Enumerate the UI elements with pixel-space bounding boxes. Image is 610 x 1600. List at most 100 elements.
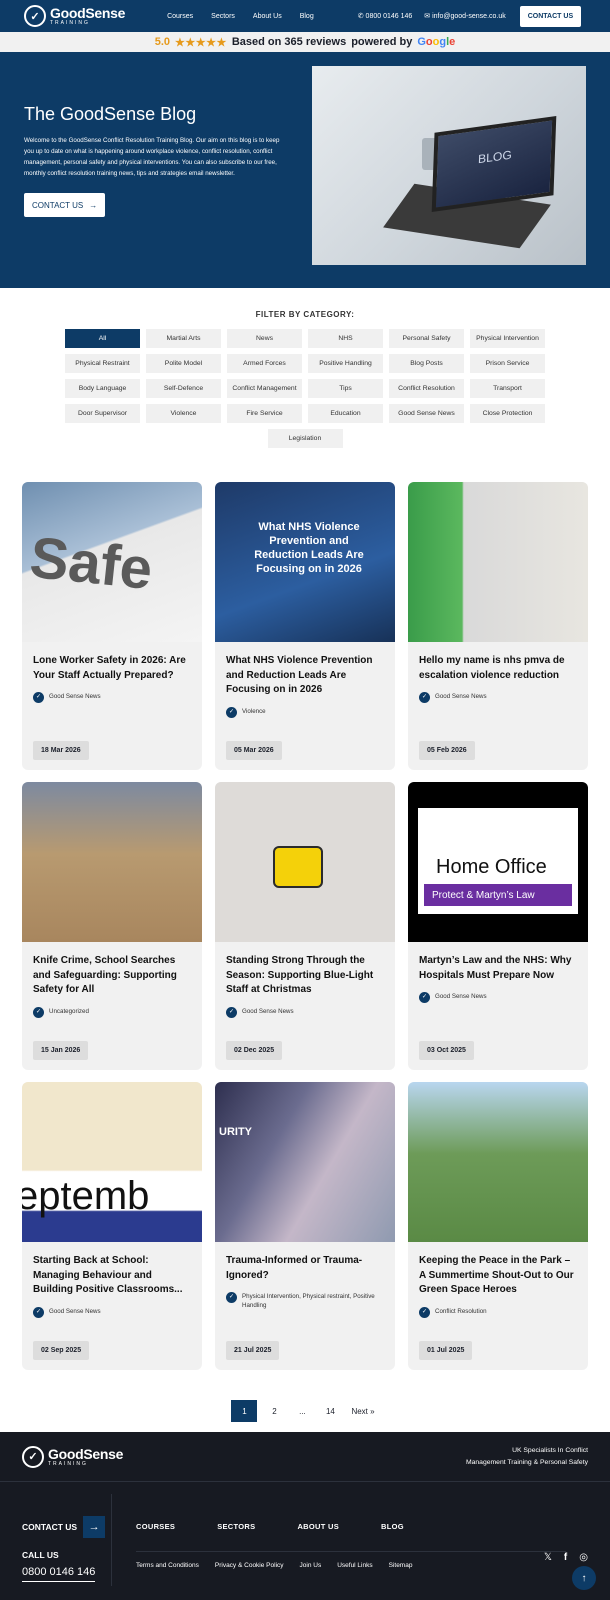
nav-email-link[interactable]: ✉ info@good-sense.co.uk [424, 12, 505, 20]
category-chip-fire-service[interactable]: Fire Service [227, 404, 302, 423]
post-card[interactable]: eptemb Starting Back at School: Managing … [22, 1082, 202, 1370]
post-image[interactable]: Protect & Martyn’s Law Home Office [408, 782, 588, 942]
nav-link-blog[interactable]: Blog [300, 13, 314, 20]
post-image[interactable]: What NHS Violence Prevention and Reducti… [215, 482, 395, 642]
category-chip-self-defence[interactable]: Self-Defence [146, 379, 221, 398]
post-category[interactable]: ✓ Good Sense News [33, 692, 191, 703]
post-image[interactable] [215, 782, 395, 942]
category-chip-education[interactable]: Education [308, 404, 383, 423]
category-chip-transport[interactable]: Transport [470, 379, 545, 398]
post-card[interactable]: Keeping the Peace in the Park – A Summer… [408, 1082, 588, 1370]
post-category[interactable]: ✓ Good Sense News [419, 992, 577, 1003]
nav-link-sectors[interactable]: Sectors [211, 13, 235, 20]
instagram-icon[interactable]: ◎ [579, 1552, 588, 1563]
category-chip-martial-arts[interactable]: Martial Arts [146, 329, 221, 348]
post-card[interactable]: URITY Trauma-Informed or Trauma-Ignored? ✓… [215, 1082, 395, 1370]
post-title[interactable]: Martyn’s Law and the NHS: Why Hospitals … [419, 954, 577, 983]
footer-link-privacy[interactable]: Privacy & Cookie Policy [215, 1562, 284, 1569]
footer-link-sitemap[interactable]: Sitemap [389, 1562, 413, 1569]
post-category[interactable]: ✓ Good Sense News [419, 692, 577, 703]
post-card[interactable]: Knife Crime, School Searches and Safegua… [22, 782, 202, 1070]
google-letter: G [417, 36, 426, 48]
category-chip-tips[interactable]: Tips [308, 379, 383, 398]
footer-link-useful[interactable]: Useful Links [337, 1562, 372, 1569]
category-chip-good-sense-news[interactable]: Good Sense News [389, 404, 464, 423]
category-icon: ✓ [419, 992, 430, 1003]
category-chip-blog-posts[interactable]: Blog Posts [389, 354, 464, 373]
footer-nav-blog[interactable]: BLOG [381, 1522, 404, 1531]
category-chip-door-supervisor[interactable]: Door Supervisor [65, 404, 140, 423]
nav-link-about[interactable]: About Us [253, 13, 282, 20]
post-image[interactable]: eptemb [22, 1082, 202, 1242]
category-icon: ✓ [419, 1306, 430, 1318]
post-title[interactable]: Hello my name is nhs pmva de escalation … [419, 654, 577, 683]
post-category[interactable]: ✓ Physical Intervention, Physical restrai… [226, 1292, 384, 1310]
post-date: 21 Jul 2025 [226, 1341, 280, 1360]
category-chip-positive-handling[interactable]: Positive Handling [308, 354, 383, 373]
category-chip-conflict-management[interactable]: Conflict Management [227, 379, 302, 398]
post-image[interactable] [408, 1082, 588, 1242]
footer-nav-about[interactable]: ABOUT US [297, 1522, 339, 1531]
hero-image-text: BLOG [477, 147, 513, 167]
post-image[interactable]: URITY [215, 1082, 395, 1242]
facebook-icon[interactable]: f [564, 1552, 567, 1563]
post-category[interactable]: ✓ Uncategorized [33, 1006, 191, 1018]
brand-logo[interactable]: ✓ GoodSense TRAINING [24, 5, 125, 27]
category-chip-physical-restraint[interactable]: Physical Restraint [65, 354, 140, 373]
category-chip-legislation[interactable]: Legislation [267, 429, 343, 448]
category-chip-prison-service[interactable]: Prison Service [470, 354, 545, 373]
post-image[interactable] [22, 782, 202, 942]
reviews-bar[interactable]: 5.0 ★★★★★ Based on 365 reviews powered b… [0, 32, 610, 52]
category-chip-personal-safety[interactable]: Personal Safety [389, 329, 464, 348]
category-icon: ✓ [226, 706, 237, 718]
category-chip-all[interactable]: All [65, 329, 140, 348]
nav-phone-link[interactable]: ✆ 0800 0146 146 [358, 12, 413, 20]
page-next[interactable]: Next » [347, 1400, 378, 1422]
post-category-label: Good Sense News [49, 1307, 101, 1315]
post-category[interactable]: ✓ Conflict Resolution [419, 1306, 577, 1318]
post-card[interactable]: What NHS Violence Prevention and Reducti… [215, 482, 395, 770]
category-chip-conflict-resolution[interactable]: Conflict Resolution [389, 379, 464, 398]
footer-link-join[interactable]: Join Us [300, 1562, 322, 1569]
post-image[interactable]: Safe [22, 482, 202, 642]
nav-link-courses[interactable]: Courses [167, 13, 193, 20]
post-title[interactable]: Knife Crime, School Searches and Safegua… [33, 954, 191, 998]
star-rating-icon: ★★★★★ [175, 36, 227, 49]
post-card[interactable]: Protect & Martyn’s Law Home Office Martyn’… [408, 782, 588, 1070]
post-category[interactable]: ✓ Violence [226, 706, 384, 718]
category-chip-polite-model[interactable]: Polite Model [146, 354, 221, 373]
page-last[interactable]: 14 [319, 1400, 341, 1422]
footer-nav-courses[interactable]: COURSES [136, 1522, 175, 1531]
post-title[interactable]: Lone Worker Safety in 2026: Are Your Sta… [33, 654, 191, 683]
category-chip-armed-forces[interactable]: Armed Forces [227, 354, 302, 373]
post-title[interactable]: Keeping the Peace in the Park – A Summer… [419, 1254, 577, 1298]
category-chip-nhs[interactable]: NHS [308, 329, 383, 348]
page-2[interactable]: 2 [263, 1400, 285, 1422]
post-title[interactable]: Starting Back at School: Managing Behavi… [33, 1254, 191, 1298]
x-icon[interactable]: 𝕏 [544, 1552, 552, 1563]
post-title[interactable]: Standing Strong Through the Season: Supp… [226, 954, 384, 998]
category-chip-physical-intervention[interactable]: Physical Intervention [470, 329, 545, 348]
footer-link-terms[interactable]: Terms and Conditions [136, 1562, 199, 1569]
scroll-top-icon[interactable]: ↑ [572, 1566, 596, 1590]
post-category[interactable]: ✓ Good Sense News [33, 1306, 191, 1318]
category-chip-close-protection[interactable]: Close Protection [470, 404, 545, 423]
category-chip-news[interactable]: News [227, 329, 302, 348]
hero-contact-button[interactable]: CONTACT US → [24, 193, 106, 217]
post-card[interactable]: Standing Strong Through the Season: Supp… [215, 782, 395, 1070]
footer-nav-sectors[interactable]: SECTORS [217, 1522, 255, 1531]
post-title[interactable]: What NHS Violence Prevention and Reducti… [226, 654, 384, 698]
post-image[interactable] [408, 482, 588, 642]
page-current[interactable]: 1 [231, 1400, 258, 1422]
post-title[interactable]: Trauma-Informed or Trauma-Ignored? [226, 1254, 384, 1283]
category-chip-violence[interactable]: Violence [146, 404, 221, 423]
category-chip-body-language[interactable]: Body Language [65, 379, 140, 398]
footer-phone[interactable]: 0800 0146 146 [22, 1566, 96, 1582]
post-card[interactable]: Safe Lone Worker Safety in 2026: Are Your… [22, 482, 202, 770]
nav-contact-button[interactable]: CONTACT US [519, 5, 582, 27]
footer-logo[interactable]: ✓ GoodSense TRAINING [22, 1445, 123, 1468]
post-category[interactable]: ✓ Good Sense News [226, 1006, 384, 1018]
category-icon: ✓ [33, 1006, 44, 1018]
footer-contact-button[interactable]: CONTACT US → [22, 1516, 111, 1538]
post-card[interactable]: Hello my name is nhs pmva de escalation … [408, 482, 588, 770]
